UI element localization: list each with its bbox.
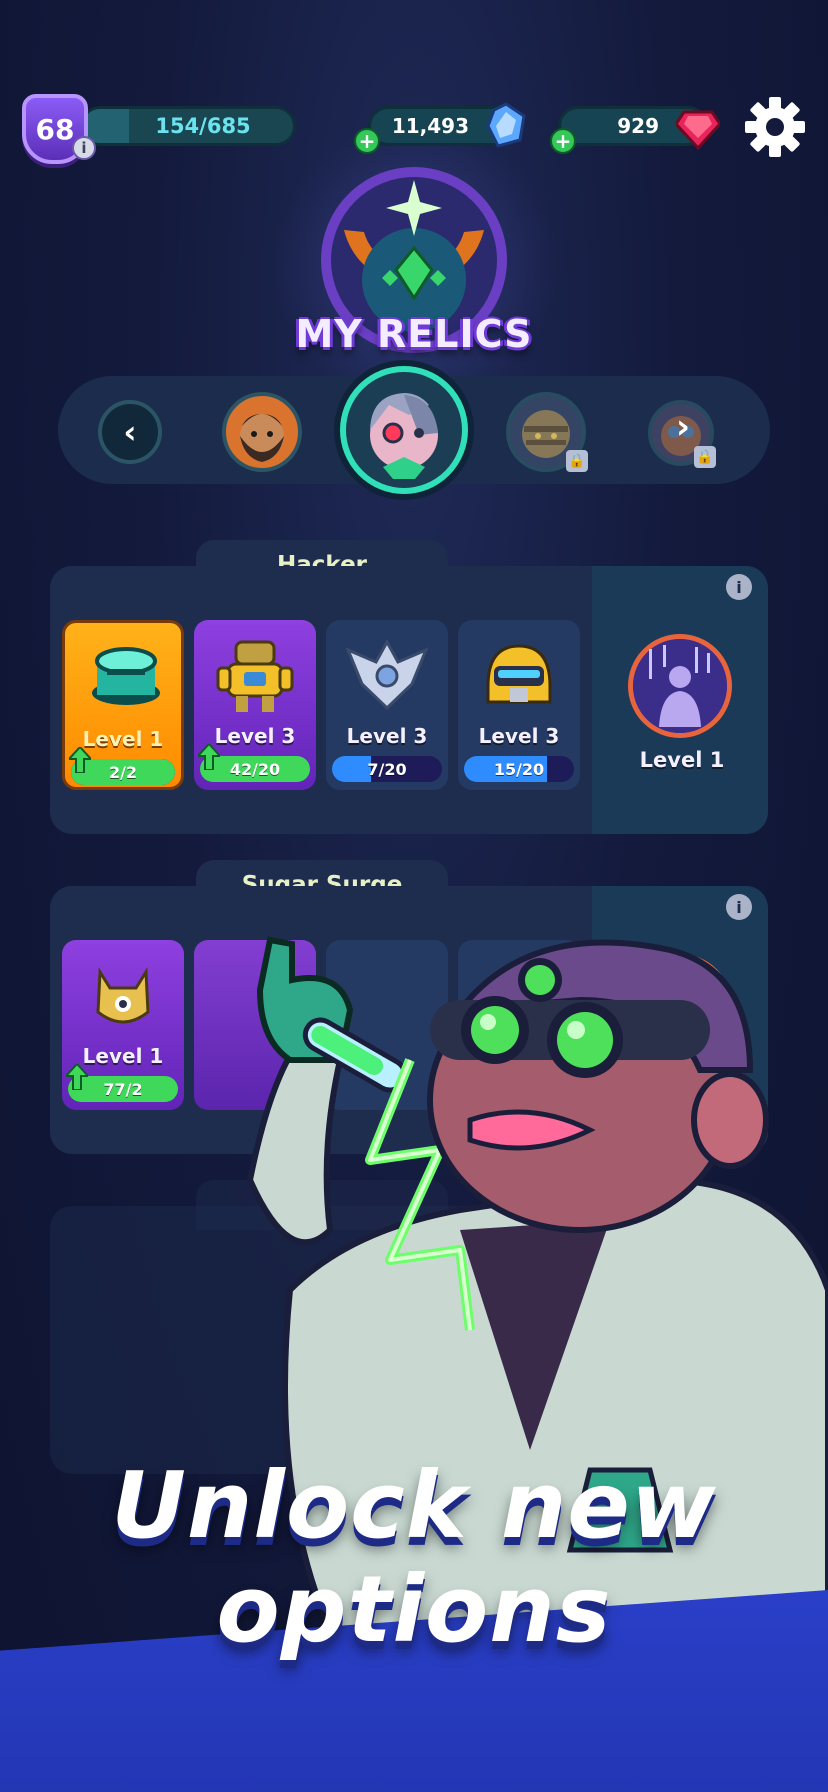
hacker-info-icon[interactable]: i (726, 574, 752, 600)
lock-icon: 🔒 (694, 446, 716, 468)
relic-card[interactable]: Level 3 42/20 (194, 620, 316, 790)
ultimate-relic-level: Level 1 (639, 748, 725, 772)
lock-icon: 🔒 (566, 450, 588, 472)
hero-portrait-hacker-selected[interactable] (340, 366, 468, 494)
xp-progress-text: 154/685 (155, 114, 251, 138)
add-blue-currency-button[interactable]: + (354, 128, 380, 154)
silhouette-relic-icon (633, 639, 727, 733)
ruby-gem-icon (676, 110, 720, 150)
sugar-surge-info-icon[interactable]: i (726, 894, 752, 920)
relic-card[interactable]: Level 3 15/20 (458, 620, 580, 790)
bearded-hero-icon (240, 414, 284, 462)
silver-ship-relic-icon (345, 638, 429, 711)
gold-helmet-relic-icon (486, 644, 552, 704)
page-title: MY RELICS (295, 312, 533, 356)
relic-level: Level 3 (346, 724, 428, 748)
ultimate-relic-icon[interactable] (628, 634, 732, 738)
xp-progress-bar[interactable]: 154/685 (80, 106, 296, 146)
upgrade-arrow-icon (69, 747, 91, 773)
add-gems-button[interactable]: + (550, 128, 576, 154)
relic-level: Level 3 (478, 724, 560, 748)
relic-progress-bar: 15/20 (464, 756, 574, 782)
relic-card[interactable]: Level 3 7/20 (326, 620, 448, 790)
upgrade-arrow-icon (198, 744, 220, 770)
gold-robot-relic-icon (216, 640, 294, 712)
carousel-next-button[interactable]: › (676, 410, 712, 446)
relic-card[interactable]: Level 1 77/2 (62, 940, 184, 1110)
promo-headline-line1: Unlock new (111, 1452, 717, 1559)
level-info-icon[interactable]: i (72, 136, 96, 160)
teal-cylinder-relic-icon (92, 647, 160, 705)
settings-gear-icon[interactable] (744, 96, 806, 158)
carousel-prev-button[interactable]: ‹ (98, 400, 162, 464)
blue-crystal-icon (486, 102, 526, 148)
golden-mask-relic-icon (96, 967, 150, 1024)
upgrade-arrow-icon (66, 1064, 88, 1090)
relic-progress-text: 15/20 (493, 759, 545, 779)
promo-headline-line2: options (216, 1556, 612, 1663)
hero-portrait-fighter[interactable] (222, 392, 302, 472)
cyborg-hacker-icon (370, 393, 438, 479)
relic-progress-text: 7/20 (367, 759, 407, 779)
relic-progress-bar: 7/20 (332, 756, 442, 782)
relic-card[interactable]: Level 1 2/2 (62, 620, 184, 790)
